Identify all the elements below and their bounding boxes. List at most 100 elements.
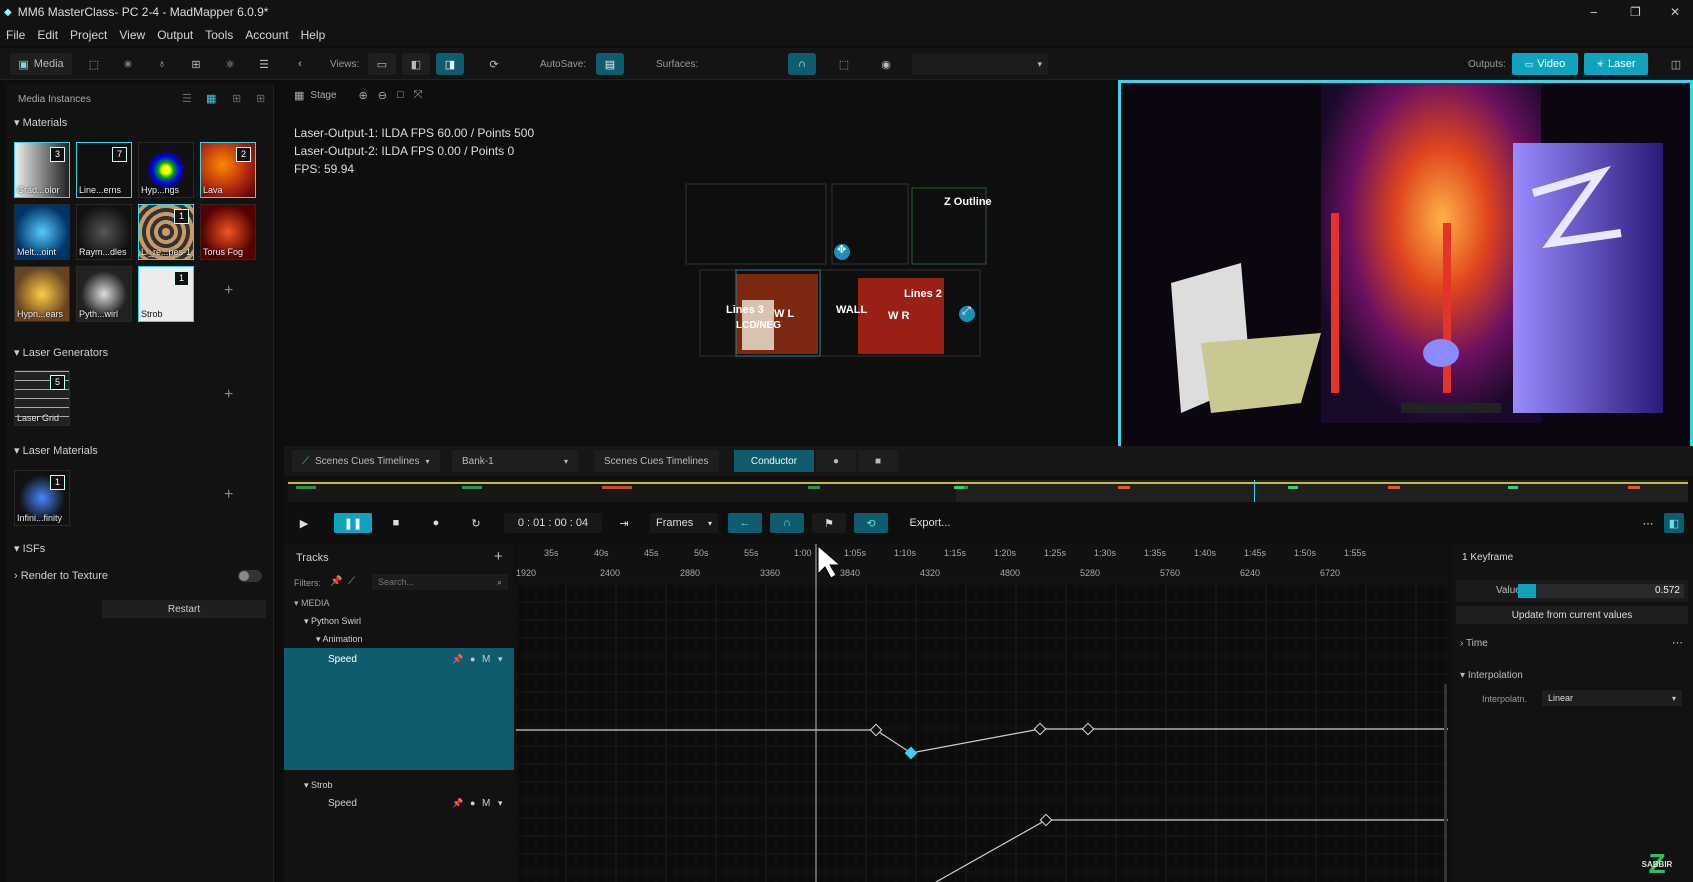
surface-transform-icon[interactable]: ⬚ — [830, 53, 858, 75]
pause-icon[interactable]: ❚❚ — [334, 513, 372, 533]
materials-section[interactable]: ▾ Materials — [14, 116, 67, 129]
material-thumb[interactable]: Pyth...wirl — [76, 266, 132, 322]
interpolation-select[interactable]: Linear ▾ — [1542, 690, 1682, 706]
value-slider[interactable]: 0.572 — [1518, 584, 1684, 598]
restart-button[interactable]: Restart — [102, 600, 266, 618]
record-icon[interactable]: ● — [424, 513, 448, 533]
material-thumb[interactable]: Torus Fog — [200, 204, 256, 260]
menu-project[interactable]: Project — [70, 28, 107, 42]
surface-select[interactable]: ▾ — [912, 53, 1048, 75]
magnet-icon[interactable]: ∩ — [770, 513, 804, 533]
collapse-arrow-icon[interactable]: ‹ — [286, 53, 314, 75]
scale-handle-icon[interactable]: ⤢ — [962, 305, 971, 318]
menu-account[interactable]: Account — [245, 28, 288, 42]
laser-output-button[interactable]: ✳ Laser — [1584, 53, 1648, 75]
laser-generators-section[interactable]: ▾ Laser Generators — [14, 346, 108, 359]
surface-snapshot-icon[interactable]: ◉ — [872, 53, 900, 75]
add-laser-material-icon[interactable]: + — [224, 486, 233, 504]
view-split-icon[interactable]: ▭ — [368, 53, 396, 75]
time-section[interactable]: › Time — [1460, 638, 1488, 649]
render-to-texture-toggle[interactable] — [238, 570, 262, 582]
bank-select[interactable]: Bank-1 ▾ — [452, 450, 578, 472]
material-thumb[interactable]: Hypn...ears — [14, 266, 70, 322]
material-thumb[interactable]: 7 Line...erns — [76, 142, 132, 198]
add-laser-generator-icon[interactable]: + — [224, 386, 233, 404]
time-more-icon[interactable]: ⋯ — [1672, 636, 1683, 649]
scenes-cues-dropdown[interactable]: ⟋ Scenes Cues Timelines ▾ — [292, 450, 440, 472]
material-thumb[interactable]: 2 Lava — [200, 142, 256, 198]
export-button[interactable]: Export... — [900, 513, 960, 533]
map-tool-icon[interactable]: ⊞ — [182, 53, 210, 75]
keyframe[interactable] — [1039, 813, 1053, 827]
material-thumb[interactable]: Hyp...ngs — [138, 142, 194, 198]
minimize-button[interactable]: − — [1590, 5, 1598, 20]
panel-side-icon[interactable]: ◧ — [1664, 513, 1684, 533]
output-preview[interactable] — [1118, 80, 1693, 472]
tree-strob[interactable]: ▾ Strob — [304, 780, 333, 791]
laser-material-thumb[interactable]: 1 Infini...finity — [14, 470, 70, 526]
material-thumb[interactable]: Raym...dles — [76, 204, 132, 260]
update-values-button[interactable]: Update from current values — [1456, 606, 1688, 624]
keyframe[interactable] — [1081, 722, 1095, 736]
sync-icon[interactable]: ⟲ — [854, 513, 888, 533]
chevron-down-icon[interactable]: ▾ — [498, 654, 503, 665]
view-left-icon[interactable]: ◧ — [402, 53, 430, 75]
more-options-icon[interactable]: ⋯ — [1636, 513, 1660, 533]
add-track-icon[interactable]: + — [494, 548, 503, 565]
flag-icon[interactable]: ⚑ — [812, 513, 846, 533]
stop-square-icon[interactable]: ■ — [858, 450, 898, 472]
timeline-graph[interactable]: 35s 40s 45s 50s 55s 1:00 1:05s 1:10s 1:15s 1:20s 1… — [516, 544, 1448, 882]
light-tool-icon[interactable]: ♁ — [148, 53, 176, 75]
pin-icon[interactable]: 📌 — [452, 798, 463, 809]
tab-conductor[interactable]: Conductor — [734, 450, 814, 472]
pin-icon[interactable]: 📌 — [452, 654, 463, 665]
material-thumb[interactable]: 1 Strob — [138, 266, 194, 322]
refresh-view-icon[interactable]: ⟳ — [480, 53, 508, 75]
curve-filter-icon[interactable]: ⟋ — [348, 576, 355, 587]
keyframe[interactable] — [869, 723, 883, 737]
laser-tool-icon[interactable]: ✳ — [114, 53, 142, 75]
grid-view-icon[interactable]: ▦ — [206, 92, 216, 105]
panel-toggle-icon[interactable]: ◫ — [1662, 53, 1690, 75]
mute-button[interactable]: M — [482, 654, 490, 665]
timeline-scrollbar[interactable] — [1444, 684, 1447, 882]
list-view-icon[interactable]: ☰ — [182, 92, 192, 105]
tiny-grid-icon[interactable]: ⊞ — [256, 92, 265, 105]
keyframe-selected[interactable] — [904, 746, 918, 760]
menu-output[interactable]: Output — [157, 28, 193, 42]
chevron-down-icon[interactable]: ▾ — [498, 798, 503, 809]
back-arrow-icon[interactable]: ← — [728, 513, 762, 533]
frames-select[interactable]: Frames ▾ — [650, 513, 718, 533]
dot-icon[interactable]: ● — [470, 654, 475, 664]
record-dot-icon[interactable]: ● — [816, 450, 856, 472]
timeline-overview[interactable] — [288, 480, 1688, 502]
surface-tool-icon[interactable]: ⬚ — [80, 53, 108, 75]
settings-tool-icon[interactable]: ☰ — [250, 53, 278, 75]
speed-track-row[interactable]: Speed 📌 ● M ▾ — [284, 648, 514, 770]
interpolation-section[interactable]: ▾ Interpolation — [1460, 670, 1523, 681]
stop-icon[interactable]: ■ — [384, 513, 408, 533]
view-right-icon[interactable]: ◨ — [436, 53, 464, 75]
tree-media[interactable]: ▾ MEDIA — [294, 598, 330, 609]
track-search[interactable]: ⌕ — [372, 574, 508, 590]
menu-help[interactable]: Help — [301, 28, 326, 42]
mute-button[interactable]: M — [482, 798, 490, 809]
overview-playhead[interactable] — [1254, 480, 1255, 502]
material-thumb[interactable]: Melt...oint — [14, 204, 70, 260]
add-material-icon[interactable]: + — [224, 282, 233, 300]
play-icon[interactable]: ▶ — [292, 513, 316, 533]
pin-filter-icon[interactable]: 📌 — [330, 576, 342, 587]
menu-view[interactable]: View — [119, 28, 145, 42]
dot-icon[interactable]: ● — [470, 798, 475, 808]
close-button[interactable]: ✕ — [1670, 5, 1680, 19]
tree-animation[interactable]: ▾ Animation — [316, 634, 363, 645]
menu-file[interactable]: File — [6, 28, 25, 42]
tab-scenes-cues-timelines[interactable]: Scenes Cues Timelines — [594, 450, 719, 472]
material-thumb[interactable]: 3 Grad...olor — [14, 142, 70, 198]
small-grid-icon[interactable]: ⊞ — [232, 92, 241, 105]
menu-tools[interactable]: Tools — [205, 28, 233, 42]
laser-grid-thumb[interactable]: 5 Laser Grid — [14, 370, 70, 426]
video-output-button[interactable]: ▭ Video — [1512, 53, 1578, 75]
search-input[interactable] — [378, 577, 478, 587]
autosave-toggle-icon[interactable]: ▤ — [596, 53, 624, 75]
